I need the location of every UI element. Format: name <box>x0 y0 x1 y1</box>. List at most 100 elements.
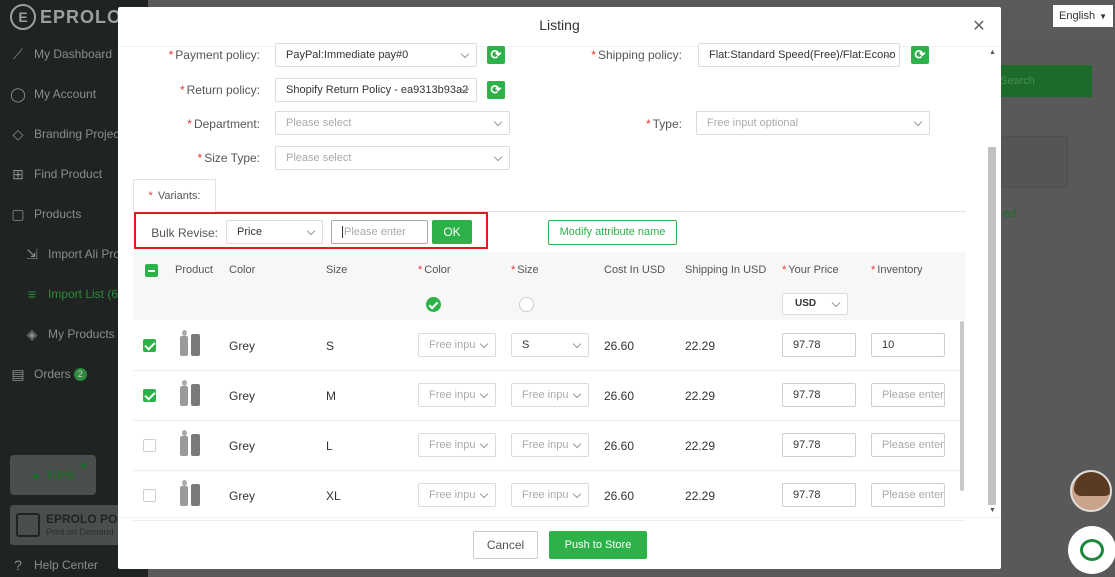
chevron-down-icon <box>913 117 923 127</box>
type-select[interactable]: Free input optional <box>696 111 930 135</box>
th-product: Product <box>175 264 213 276</box>
cell-size: XL <box>326 489 341 503</box>
language-select[interactable]: English ▼ <box>1053 5 1113 27</box>
chat-button[interactable] <box>1068 526 1115 574</box>
inventory-input[interactable]: Please enter <box>871 483 945 507</box>
tab-variants[interactable]: * Variants: <box>133 179 216 212</box>
color-attr-radio[interactable] <box>426 297 441 312</box>
return-policy-select[interactable]: Shopify Return Policy - ea9313b93a2 <box>275 78 477 102</box>
topbar-right: English ▼ <box>1000 0 1115 35</box>
currency-select[interactable]: USD <box>782 293 848 315</box>
chevron-down-icon <box>831 298 841 308</box>
inventory-input[interactable]: Please enter <box>871 383 945 407</box>
sidebar-item-find-product[interactable]: ⊞ Find Product <box>10 164 102 184</box>
row-checkbox[interactable] <box>143 389 156 402</box>
chevron-down-icon <box>493 152 503 162</box>
scroll-down-icon[interactable]: ▼ <box>989 507 996 514</box>
pod-logo-icon <box>16 513 40 537</box>
department-select[interactable]: Please select <box>275 111 510 135</box>
sidebar-item-help[interactable]: ? Help Center <box>10 555 98 575</box>
chevron-down-icon <box>479 389 489 399</box>
support-agent-avatar[interactable] <box>1070 470 1112 512</box>
cell-cost: 26.60 <box>604 339 635 353</box>
refresh-payment-icon[interactable]: ⟳ <box>487 46 505 64</box>
price-input[interactable]: 97.78 <box>782 383 856 407</box>
close-icon[interactable]: ✕ <box>971 19 987 35</box>
cell-size: M <box>326 389 336 403</box>
inventory-input[interactable]: Please enter <box>871 433 945 457</box>
table-scrollbar[interactable] <box>960 321 964 491</box>
sidebar-item-products[interactable]: ▢ Products <box>10 204 81 224</box>
th-cost: Cost In USD <box>604 264 666 276</box>
cell-color: Grey <box>229 489 256 503</box>
cell-shipping: 22.29 <box>685 389 716 403</box>
row-checkbox[interactable] <box>143 489 156 502</box>
cell-color: Grey <box>229 339 256 353</box>
modal-scrollbar[interactable]: ▲ ▼ <box>986 47 999 517</box>
chevron-down-icon <box>479 489 489 499</box>
bulb-icon: ● <box>31 467 40 483</box>
sidebar-item-orders[interactable]: ▤ Orders 2 <box>10 364 87 384</box>
sidebar-item-import-ali[interactable]: ⇲ Import Ali Pro <box>24 244 120 264</box>
cancel-button[interactable]: Cancel <box>473 531 538 559</box>
sidebar-item-account[interactable]: ◯ My Account <box>10 84 96 104</box>
orders-badge: 2 <box>73 367 87 381</box>
background-search-button: Search <box>1000 65 1092 97</box>
attr-color-select[interactable]: Free inpu <box>418 333 496 357</box>
type-label: * Type: <box>645 117 682 131</box>
inventory-input[interactable]: 10 <box>871 333 945 357</box>
sidebar-item-dashboard[interactable]: ⟋ My Dashboard <box>10 44 112 64</box>
cell-shipping: 22.29 <box>685 439 716 453</box>
return-policy-label: * Return policy: <box>179 83 260 97</box>
scroll-up-icon[interactable]: ▲ <box>989 49 996 56</box>
size-attr-radio[interactable] <box>519 297 534 312</box>
attr-size-select[interactable]: Free inpu <box>511 383 589 407</box>
payment-policy-label: * Payment policy: <box>168 48 260 62</box>
cell-cost: 26.60 <box>604 389 635 403</box>
attr-color-select[interactable]: Free inpu <box>418 383 496 407</box>
sidebar-item-branding[interactable]: ◇ Branding Project <box>10 124 123 144</box>
brand-name: EPROLO <box>40 6 123 27</box>
row-checkbox[interactable] <box>143 339 156 352</box>
shipping-policy-select[interactable]: Flat:Standard Speed(Free)/Flat:Econo <box>698 43 900 67</box>
list-icon: ≡ <box>27 286 37 302</box>
chart-icon: ⟋ <box>13 46 23 62</box>
th-attr-color: * Color <box>418 264 451 276</box>
sidebar-item-my-products[interactable]: ◈ My Products ( <box>24 324 122 344</box>
cell-cost: 26.60 <box>604 439 635 453</box>
product-thumbnail <box>178 380 202 408</box>
th-inventory: * Inventory <box>871 264 923 276</box>
department-label: * Department: <box>187 117 260 131</box>
push-to-store-button[interactable]: Push to Store <box>549 531 647 559</box>
eprolo-logo: E EPROLO <box>10 4 122 30</box>
price-input[interactable]: 97.78 <box>782 483 856 507</box>
ok-button[interactable]: OK <box>432 220 472 244</box>
modify-attribute-name-button[interactable]: Modify attribute name <box>548 220 677 245</box>
bulk-revise-input[interactable]: Please enter <box>331 220 428 244</box>
eprolo-logo-icon: E <box>10 4 36 30</box>
chat-icon <box>1080 539 1104 561</box>
chevron-down-icon: ▼ <box>1099 11 1107 21</box>
background-panel <box>1000 136 1068 188</box>
attr-size-select[interactable]: S <box>511 333 589 357</box>
select-all-checkbox[interactable] <box>145 264 158 277</box>
size-type-select[interactable]: Please select <box>275 146 510 170</box>
refresh-return-icon[interactable]: ⟳ <box>487 81 505 99</box>
scrollbar-thumb[interactable] <box>988 147 996 505</box>
attr-size-select[interactable]: Free inpu <box>511 433 589 457</box>
payment-policy-select[interactable]: PayPal:Immediate pay#0 <box>275 43 477 67</box>
sidebar-item-import-list[interactable]: ≡ Import List (6) <box>24 284 122 304</box>
th-shipping: Shipping In USD <box>685 264 767 276</box>
attr-size-select[interactable]: Free inpu <box>511 483 589 507</box>
product-thumbnail <box>178 480 202 508</box>
price-input[interactable]: 97.78 <box>782 333 856 357</box>
attr-color-select[interactable]: Free inpu <box>418 483 496 507</box>
bulk-revise-select[interactable]: Price <box>226 220 323 244</box>
tips-button[interactable]: ● TIPS <box>10 455 96 495</box>
refresh-shipping-icon[interactable]: ⟳ <box>911 46 929 64</box>
tips-dot <box>81 463 86 468</box>
price-input[interactable]: 97.78 <box>782 433 856 457</box>
th-color: Color <box>229 264 256 276</box>
row-checkbox[interactable] <box>143 439 156 452</box>
attr-color-select[interactable]: Free inpu <box>418 433 496 457</box>
